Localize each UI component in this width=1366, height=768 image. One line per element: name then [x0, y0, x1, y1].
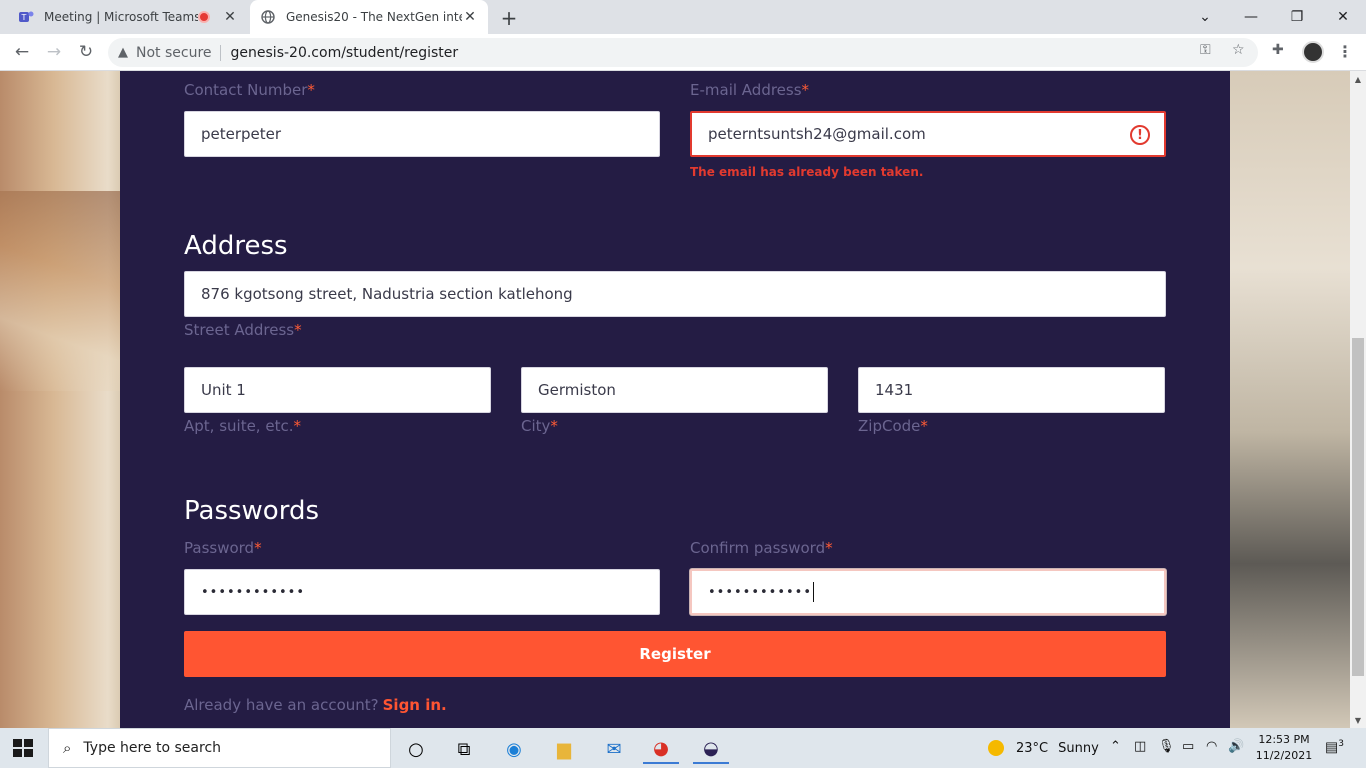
tab-title: Meeting | Microsoft Teams	[44, 10, 198, 24]
tab-genesis20[interactable]: Genesis20 - The NextGen interac ✕	[250, 0, 488, 34]
register-button[interactable]: Register	[184, 631, 1166, 677]
chrome-icon[interactable]: ◕	[643, 734, 679, 764]
zipcode-label: ZipCode*	[858, 417, 928, 435]
close-window-button[interactable]: ✕	[1320, 0, 1366, 34]
password-field[interactable]: ••••••••••••	[184, 569, 660, 615]
registration-form: Contact Number* peterpeter E-mail Addres…	[120, 71, 1230, 728]
zipcode-value: 1431	[875, 381, 914, 399]
scroll-up-arrow[interactable]: ▲	[1350, 71, 1366, 87]
meet-now-icon[interactable]: ◫	[1134, 739, 1146, 754]
svg-text:T: T	[21, 13, 27, 22]
new-tab-button[interactable]: +	[498, 6, 520, 30]
security-label[interactable]: Not secure	[136, 45, 212, 61]
email-error-message: The email has already been taken.	[690, 165, 924, 179]
page-viewport: Contact Number* peterpeter E-mail Addres…	[0, 71, 1350, 728]
chevron-up-icon[interactable]: ⌃	[1110, 739, 1121, 754]
passwords-heading: Passwords	[184, 496, 319, 526]
sun-icon	[988, 740, 1004, 756]
task-view-icon[interactable]: ⧉	[446, 734, 482, 764]
weather-temp: 23°C	[1016, 740, 1049, 756]
background-photo-right	[1230, 71, 1350, 728]
restore-button[interactable]: ❐	[1274, 0, 1320, 34]
mail-icon[interactable]: ✉	[596, 734, 632, 764]
text-caret	[813, 582, 815, 602]
wifi-icon[interactable]: ◠	[1206, 739, 1217, 754]
taskbar: ⌕ Type here to search ○ ⧉ ◉ ▆ ✉ ◕ ◒ 23°C…	[0, 728, 1366, 768]
clock-date: 11/2/2021	[1255, 749, 1313, 762]
tab-teams[interactable]: T Meeting | Microsoft Teams ✕	[8, 0, 248, 34]
tab-title: Genesis20 - The NextGen interac	[286, 10, 462, 24]
warning-icon[interactable]: ▲	[118, 45, 128, 60]
bookmark-star-icon[interactable]: ☆	[1232, 42, 1245, 58]
notification-center-icon[interactable]: ▤3	[1325, 739, 1344, 756]
street-address-value: 876 kgotsong street, Nadustria section k…	[201, 285, 573, 303]
email-value: peterntsuntsh24@gmail.com	[708, 125, 926, 143]
weather-widget[interactable]: 23°C Sunny	[988, 728, 1099, 768]
signin-prompt: Already have an account? Sign in.	[184, 696, 447, 714]
volume-icon[interactable]: 🔊	[1228, 739, 1244, 754]
close-tab-icon[interactable]: ✕	[462, 9, 478, 25]
apt-label: Apt, suite, etc.*	[184, 417, 301, 435]
page-scrollbar[interactable]: ▲ ▼	[1350, 71, 1366, 728]
cortana-icon[interactable]: ○	[398, 734, 434, 764]
globe-icon	[260, 9, 276, 25]
clock-time: 12:53 PM	[1258, 733, 1310, 746]
eclipse-icon[interactable]: ◒	[693, 734, 729, 764]
signin-link[interactable]: Sign in.	[383, 696, 447, 714]
edge-icon[interactable]: ◉	[496, 734, 532, 764]
error-icon: !	[1130, 125, 1150, 145]
contact-number-label: Contact Number*	[184, 81, 315, 99]
email-label: E-mail Address*	[690, 81, 810, 99]
background-photo-left	[0, 191, 120, 391]
teams-icon: T	[18, 9, 34, 25]
tab-search-icon[interactable]: ⌄	[1182, 0, 1228, 34]
forward-button[interactable]: →	[42, 40, 66, 64]
notification-badge: 3	[1338, 739, 1344, 749]
weather-condition: Sunny	[1058, 740, 1099, 756]
clock[interactable]: 12:53 PM 11/2/2021	[1250, 732, 1318, 764]
street-address-field[interactable]: 876 kgotsong street, Nadustria section k…	[184, 271, 1166, 317]
email-field[interactable]: peterntsuntsh24@gmail.com !	[690, 111, 1166, 157]
city-value: Germiston	[538, 381, 616, 399]
reload-button[interactable]: ↻	[74, 40, 98, 64]
search-placeholder: Type here to search	[83, 740, 222, 756]
scroll-down-arrow[interactable]: ▼	[1350, 712, 1366, 728]
browser-toolbar: ← → ↻ ▲ Not secure genesis-20.com/studen…	[0, 34, 1366, 71]
address-heading: Address	[184, 231, 288, 261]
minimize-button[interactable]: —	[1228, 0, 1274, 34]
confirm-password-field[interactable]: ••••••••••••	[690, 569, 1166, 615]
confirm-password-value: ••••••••••••	[708, 584, 813, 600]
confirm-password-label: Confirm password*	[690, 539, 833, 557]
apt-field[interactable]: Unit 1	[184, 367, 491, 413]
key-icon[interactable]: ⚿	[1200, 42, 1211, 58]
apt-value: Unit 1	[201, 381, 246, 399]
signin-prompt-text: Already have an account?	[184, 696, 379, 714]
url-text[interactable]: genesis-20.com/student/register	[231, 45, 459, 61]
file-explorer-icon[interactable]: ▆	[546, 734, 582, 764]
password-label: Password*	[184, 539, 262, 557]
password-value: ••••••••••••	[201, 584, 306, 600]
back-button[interactable]: ←	[10, 40, 34, 64]
divider	[219, 44, 221, 61]
menu-icon[interactable]: ⋮	[1337, 42, 1353, 61]
city-field[interactable]: Germiston	[521, 367, 828, 413]
contact-number-value: peterpeter	[201, 125, 282, 143]
city-label: City*	[521, 417, 558, 435]
contact-number-field[interactable]: peterpeter	[184, 111, 660, 157]
recording-icon	[198, 11, 210, 23]
close-tab-icon[interactable]: ✕	[222, 9, 238, 25]
tab-strip: T Meeting | Microsoft Teams ✕ Genesis20 …	[0, 0, 1366, 34]
address-bar[interactable]: ▲ Not secure genesis-20.com/student/regi…	[108, 38, 1258, 67]
zipcode-field[interactable]: 1431	[858, 367, 1165, 413]
windows-start-icon[interactable]	[13, 739, 33, 757]
profile-avatar[interactable]	[1302, 41, 1324, 63]
battery-icon[interactable]: ▭	[1182, 739, 1194, 754]
street-address-label: Street Address*	[184, 321, 302, 339]
search-icon: ⌕	[63, 739, 72, 757]
microphone-icon[interactable]: 🎙	[1158, 739, 1175, 754]
taskbar-search-box[interactable]: ⌕ Type here to search	[48, 728, 391, 768]
extensions-icon[interactable]: ✚	[1272, 42, 1284, 58]
scroll-thumb[interactable]	[1352, 338, 1364, 676]
